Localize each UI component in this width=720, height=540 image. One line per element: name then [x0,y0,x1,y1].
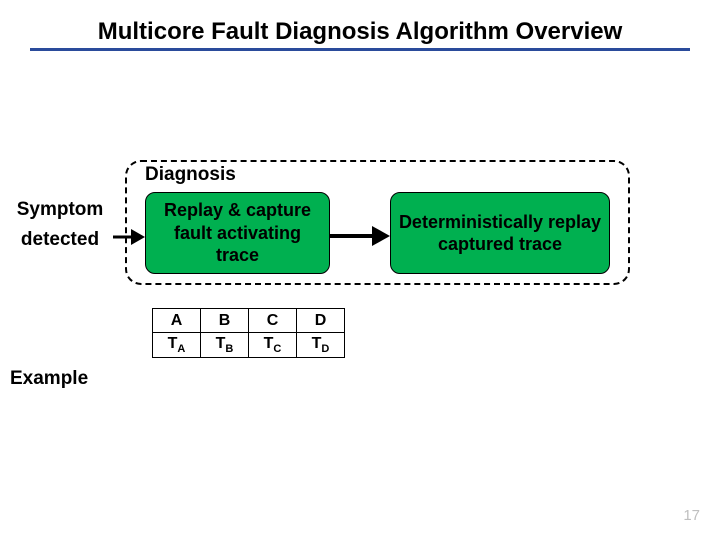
table-cell: TC [249,333,297,358]
deterministic-replay-box: Deterministically replay captured trace [390,192,610,274]
table-header-cell: D [297,309,345,333]
table-cell: TD [297,333,345,358]
page-number: 17 [683,507,700,524]
diagnosis-label: Diagnosis [145,164,236,186]
table-row: A B C D [153,309,345,333]
replay-capture-box: Replay & capture fault activating trace [145,192,330,274]
thread-table: A B C D TA TB TC TD [152,308,345,358]
symptom-detected-label: Symptom detected [5,195,115,256]
table-cell: TA [153,333,201,358]
table-header-cell: A [153,309,201,333]
table-row: TA TB TC TD [153,333,345,358]
symptom-line2: detected [21,229,99,250]
symptom-line1: Symptom [17,199,104,220]
table-cell: TB [201,333,249,358]
table-header-cell: C [249,309,297,333]
slide-title: Multicore Fault Diagnosis Algorithm Over… [0,18,720,46]
title-underline [30,48,690,51]
example-label: Example [10,368,88,390]
table-header-cell: B [201,309,249,333]
arrow-replay-to-det [330,223,390,249]
